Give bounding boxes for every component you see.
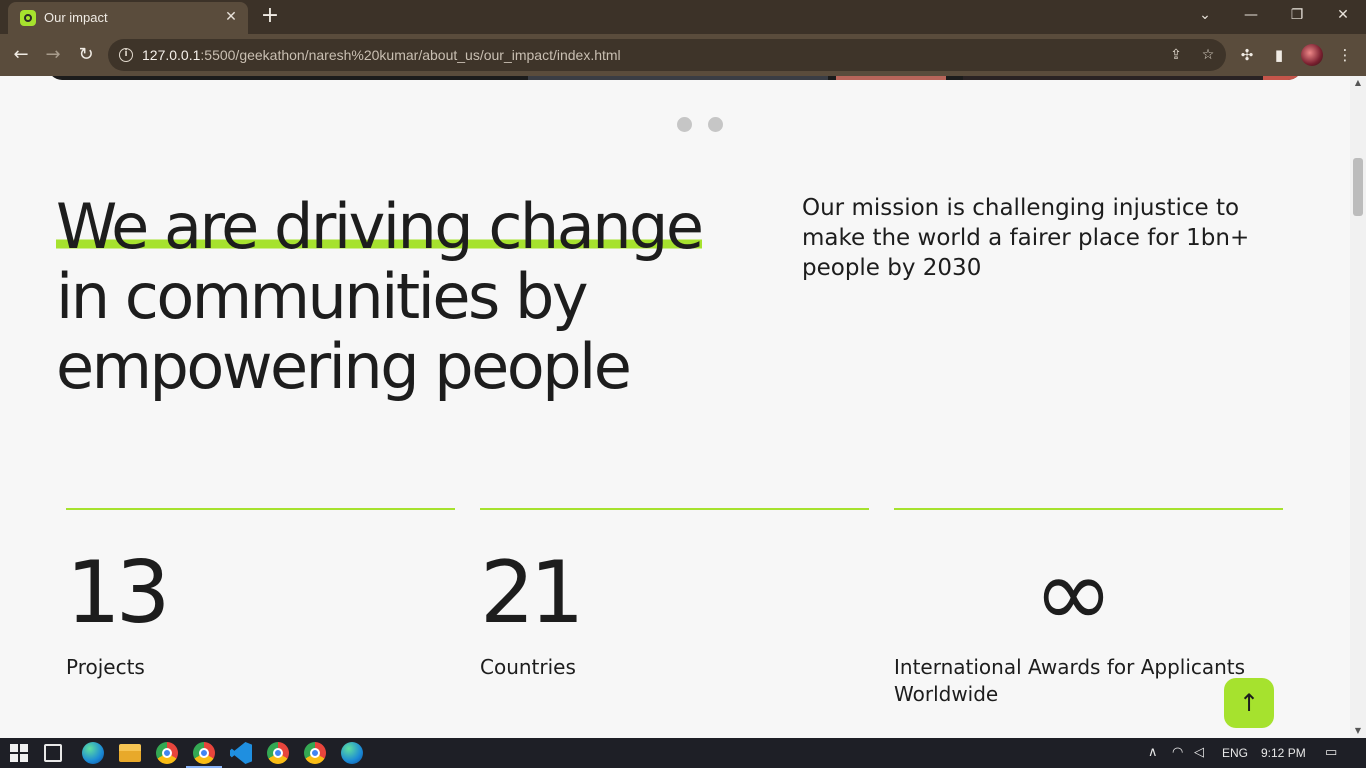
- share-icon[interactable]: ⇪: [1166, 45, 1186, 65]
- carousel-dot-1[interactable]: [677, 117, 692, 132]
- stat-label: Projects: [66, 655, 145, 679]
- stat-divider: [66, 508, 455, 510]
- mission-statement: Our mission is challenging injustice to …: [802, 195, 1250, 281]
- browser-tab[interactable]: Our impact ✕: [8, 2, 248, 34]
- carousel-image: [963, 76, 1263, 80]
- stat-projects: 13 Projects: [66, 508, 455, 681]
- more-menu-icon[interactable]: ⋮: [1334, 44, 1356, 66]
- notifications-icon[interactable]: ▭: [1325, 744, 1337, 762]
- carousel-image-strip: [48, 76, 1302, 80]
- back-button[interactable]: ←: [8, 42, 34, 68]
- stat-label: Countries: [480, 655, 576, 679]
- task-view-icon[interactable]: [44, 744, 62, 762]
- url-text[interactable]: 127.0.0.1:5500/geekathon/naresh%20kumar/…: [142, 47, 621, 63]
- volume-icon[interactable]: ◁: [1194, 744, 1204, 762]
- browser-tab-bar: Our impact ✕ + ⌄ — ❐ ✕: [0, 0, 1366, 34]
- carousel-image: [836, 76, 946, 80]
- minimize-button[interactable]: —: [1228, 0, 1274, 32]
- address-bar[interactable]: i 127.0.0.1:5500/geekathon/naresh%20kuma…: [108, 39, 1226, 71]
- stat-number: 21: [480, 543, 584, 643]
- profile-avatar[interactable]: [1301, 44, 1323, 66]
- tab-title: Our impact: [44, 10, 108, 25]
- page-viewport: We are driving change in communities by …: [0, 76, 1350, 738]
- forward-button[interactable]: →: [40, 42, 66, 68]
- carousel-image: [528, 76, 828, 80]
- extensions-icon[interactable]: ✣: [1236, 44, 1258, 66]
- carousel-dot-2[interactable]: [708, 117, 723, 132]
- windows-taskbar: ∧ ◠ ◁ ENG 9:12 PM ▭: [0, 738, 1366, 768]
- close-window-button[interactable]: ✕: [1320, 0, 1366, 32]
- stat-divider: [894, 508, 1283, 510]
- tab-search-icon[interactable]: ⌄: [1182, 0, 1228, 32]
- browser-toolbar: ← → ↻ i 127.0.0.1:5500/geekathon/naresh%…: [0, 34, 1366, 76]
- scroll-up-arrow-icon[interactable]: ▲: [1350, 76, 1366, 90]
- site-info-icon[interactable]: i: [119, 48, 133, 62]
- edge-browser-icon[interactable]: [82, 742, 104, 764]
- windows-start-icon[interactable]: [10, 744, 28, 762]
- reload-button[interactable]: ↻: [73, 42, 99, 68]
- headline-rest: in communities by empowering people: [56, 260, 632, 403]
- show-hidden-icons-chevron-icon[interactable]: ∧: [1148, 744, 1158, 762]
- stat-divider: [480, 508, 869, 510]
- restore-button[interactable]: ❐: [1274, 0, 1320, 32]
- language-indicator[interactable]: ENG: [1222, 745, 1248, 761]
- infinity-icon: ∞: [1033, 537, 1114, 649]
- chrome-profile-icon[interactable]: [267, 742, 289, 764]
- wifi-icon[interactable]: ◠: [1172, 744, 1183, 762]
- vscode-icon[interactable]: [230, 742, 252, 764]
- carousel-image: [1263, 76, 1302, 80]
- headline-highlight: We are driving change: [56, 190, 704, 263]
- stat-number: 13: [66, 543, 170, 643]
- new-tab-button[interactable]: +: [258, 4, 282, 28]
- stat-awards: ∞ International Awards for Applicants Wo…: [894, 508, 1283, 708]
- scrollbar-thumb[interactable]: [1353, 158, 1363, 216]
- page-scrollbar[interactable]: ▲ ▼: [1350, 76, 1366, 738]
- side-panel-icon[interactable]: ▮: [1268, 44, 1290, 66]
- stat-countries: 21 Countries: [480, 508, 869, 681]
- scroll-down-arrow-icon[interactable]: ▼: [1350, 724, 1366, 738]
- edge-browser-icon[interactable]: [341, 742, 363, 764]
- bookmark-star-icon[interactable]: ☆: [1198, 45, 1218, 65]
- close-tab-icon[interactable]: ✕: [222, 8, 240, 26]
- chrome-icon[interactable]: [156, 742, 178, 764]
- impact-headline: We are driving change in communities by …: [56, 190, 776, 403]
- clock[interactable]: 9:12 PM: [1261, 745, 1306, 761]
- file-explorer-icon[interactable]: [119, 744, 141, 762]
- chrome-profile-icon[interactable]: [304, 742, 326, 764]
- chrome-active-icon[interactable]: [186, 742, 222, 768]
- site-favicon-icon: [20, 10, 36, 26]
- scroll-to-top-button[interactable]: ↑: [1224, 678, 1274, 728]
